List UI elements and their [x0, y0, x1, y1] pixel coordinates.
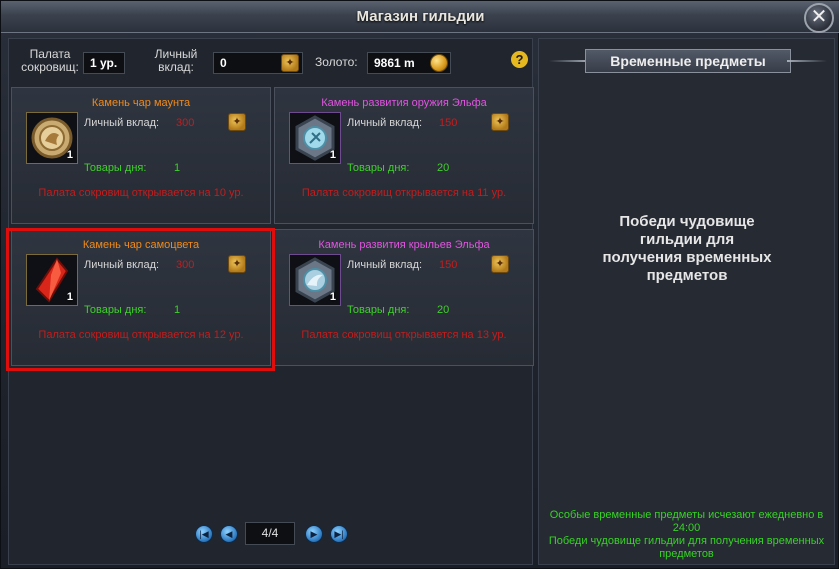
prev-page-button[interactable]: ◀	[220, 525, 238, 543]
title-bar: Магазин гильдии ✕	[1, 1, 839, 33]
contribution-cost-label: Личный вклад:	[347, 259, 423, 271]
header-ornament-left	[549, 60, 589, 62]
shop-item-card[interactable]: Камень чар самоцвета 1 Личный вклад: 300…	[11, 229, 271, 366]
contribution-label: Личный вклад:	[149, 48, 203, 74]
item-slot[interactable]: 1	[26, 254, 78, 306]
treasury-label-line2: сокровищ:	[21, 60, 79, 74]
footer-line-1: Особые временные предметы исчезают ежедн…	[549, 509, 824, 534]
contribution-icon: ✦	[491, 113, 509, 131]
temporary-items-title: Временные предметы	[585, 49, 791, 73]
item-name: Камень развития оружия Эльфа	[321, 97, 487, 109]
contribution-cost-value: 300	[176, 117, 195, 129]
gold-coin-icon	[430, 54, 448, 72]
treasury-label: Палата сокровищ:	[19, 48, 81, 74]
unlock-requirement: Палата сокровищ открывается на 12 ур.	[38, 329, 244, 341]
shop-item-card[interactable]: Камень развития оружия Эльфа 1 Личный вк…	[274, 87, 534, 224]
window-title: Магазин гильдии	[356, 8, 485, 25]
contribution-cost-label: Личный вклад:	[347, 117, 423, 129]
contribution-label-line2: вклад:	[158, 60, 194, 74]
daily-stock-label: Товары дня:	[84, 162, 147, 174]
item-name: Камень развития крыльев Эльфа	[318, 239, 490, 251]
daily-stock-label: Товары дня:	[84, 304, 147, 316]
daily-stock-label: Товары дня:	[347, 304, 410, 316]
gold-label: Золото:	[315, 55, 358, 69]
item-slot[interactable]: 1	[26, 112, 78, 164]
help-icon[interactable]: ?	[511, 51, 528, 68]
daily-stock-value: 20	[437, 304, 450, 316]
contribution-icon: ✦	[281, 54, 299, 72]
contribution-cost-value: 150	[439, 259, 458, 271]
unlock-requirement: Палата сокровищ открывается на 10 ур.	[38, 187, 244, 199]
unlock-requirement: Палата сокровищ открывается на 13 ур.	[301, 329, 507, 341]
daily-stock-label: Товары дня:	[347, 162, 410, 174]
temporary-items-header: Временные предметы	[549, 49, 827, 73]
unlock-requirement: Палата сокровищ открывается на 11 ур.	[301, 187, 507, 199]
item-slot[interactable]: 1	[289, 254, 341, 306]
item-slot[interactable]: 1	[289, 112, 341, 164]
contribution-icon: ✦	[228, 113, 246, 131]
contribution-cost-label: Личный вклад:	[84, 259, 160, 271]
daily-stock-value: 20	[437, 162, 450, 174]
item-quantity: 1	[329, 149, 336, 161]
contribution-icon: ✦	[491, 255, 509, 273]
last-page-button[interactable]: ▶|	[330, 525, 348, 543]
item-quantity: 1	[329, 291, 336, 303]
next-page-button[interactable]: ▶	[305, 525, 323, 543]
item-quantity: 1	[66, 291, 73, 303]
temporary-items-panel	[538, 38, 835, 565]
temporary-items-footer: Особые временные предметы исчезают ежедн…	[538, 509, 835, 561]
temporary-items-message: Победи чудовище гильдии для получения вр…	[602, 213, 772, 284]
shop-item-card[interactable]: Камень развития крыльев Эльфа 1 Личный в…	[274, 229, 534, 366]
contribution-cost-value: 300	[176, 259, 195, 271]
footer-line-2: Победи чудовище гильдии для получения вр…	[548, 535, 825, 560]
shop-item-card[interactable]: Камень чар маунта 1 Личный вклад: 300 ✦ …	[11, 87, 271, 224]
treasury-level-value: 1 ур.	[83, 52, 125, 74]
item-name: Камень чар маунта	[91, 97, 191, 109]
contribution-icon: ✦	[228, 255, 246, 273]
item-quantity: 1	[66, 149, 73, 161]
contribution-cost-label: Личный вклад:	[84, 117, 160, 129]
guild-shop-window: Магазин гильдии ✕ Палата сокровищ: 1 ур.…	[0, 0, 839, 569]
daily-stock-value: 1	[174, 304, 181, 316]
page-indicator: 4/4	[245, 522, 295, 545]
item-name: Камень чар самоцвета	[82, 239, 200, 251]
contribution-cost-value: 150	[439, 117, 458, 129]
close-button[interactable]: ✕	[804, 3, 834, 33]
header-ornament-right	[787, 60, 827, 62]
daily-stock-value: 1	[174, 162, 181, 174]
first-page-button[interactable]: |◀	[195, 525, 213, 543]
